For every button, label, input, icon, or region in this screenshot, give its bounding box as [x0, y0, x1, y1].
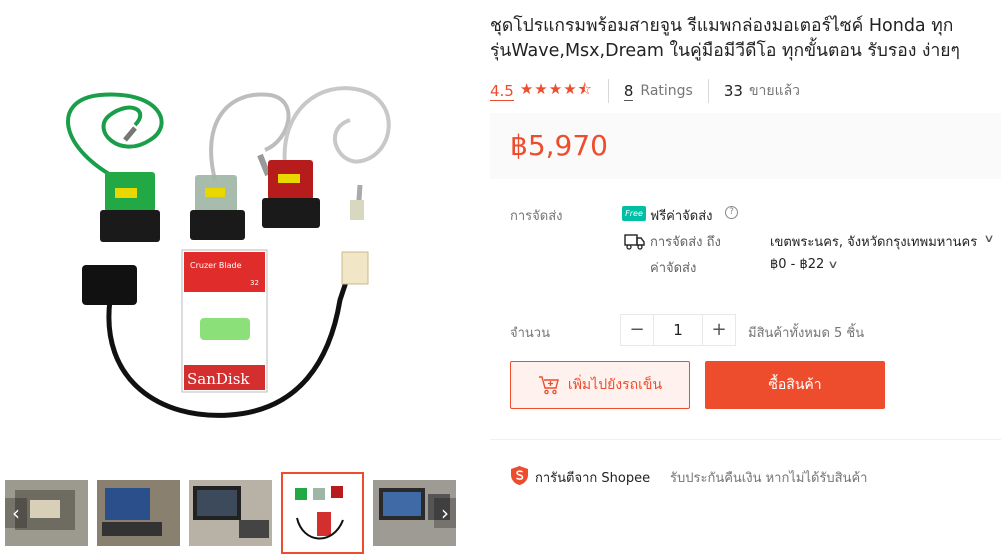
product-price: ฿5,970 [510, 129, 608, 162]
thumbnail-2[interactable] [97, 480, 180, 546]
buy-now-button[interactable]: ซื้อสินค้า [705, 361, 885, 409]
chevron-down-icon[interactable]: ∨ [983, 232, 994, 245]
ratings-count[interactable]: 8 [623, 82, 634, 101]
usb-capacity-text: 32 [250, 279, 259, 287]
decrease-quantity-button[interactable]: − [621, 315, 653, 345]
chevron-down-icon[interactable]: ∨ [827, 258, 838, 271]
rating-stars-icon: ★★★★⯪ [519, 79, 593, 98]
product-photo: Cruzer Blade 32 SanDisk [66, 86, 391, 418]
thumbnail-4[interactable] [281, 472, 364, 554]
help-icon[interactable]: ? [725, 206, 738, 219]
quantity-input[interactable]: 1 [653, 315, 703, 345]
shield-icon [511, 466, 528, 485]
free-shipping-text: ฟรีค่าจัดส่ง [650, 209, 713, 224]
prev-thumbnail-arrow[interactable]: ‹ [5, 498, 27, 528]
buy-now-label: ซื้อสินค้า [768, 377, 822, 393]
guarantee-title[interactable]: การันตีจาก Shopee [535, 467, 650, 488]
main-product-image[interactable]: Cruzer Blade 32 SanDisk [0, 0, 470, 465]
guarantee-description: รับประกันคืนเงิน หากไม่ได้รับสินค้า [670, 471, 868, 486]
shipping-fee-value[interactable]: ฿0 - ฿22 [770, 257, 824, 272]
increase-quantity-button[interactable]: + [703, 315, 735, 345]
usb-brand-text: SanDisk [187, 370, 250, 388]
quantity-label: จำนวน [510, 326, 550, 341]
ship-to-label: การจัดส่ง ถึง [650, 235, 721, 250]
product-title: ชุดโปรแกรมพร้อมสายจูน รีแมพกล่องมอเตอร์ไ… [490, 16, 960, 61]
truck-icon [624, 234, 645, 250]
shipping-label: การจัดส่ง [510, 209, 563, 224]
thumbnail-3[interactable] [189, 480, 272, 546]
sold-count: 33 [723, 82, 743, 100]
sold-label: ขายแล้ว [748, 83, 801, 99]
free-shipping-icon: Free [622, 206, 646, 221]
rating-value[interactable]: 4.5 [490, 82, 514, 101]
shipping-fee-label: ค่าจัดส่ง [650, 261, 697, 276]
add-to-cart-label: เพิ่มไปยังรถเข็น [567, 377, 663, 393]
ship-to-location[interactable]: เขตพระนคร, จังหวัดกรุงเทพมหานคร [770, 231, 977, 252]
next-thumbnail-arrow[interactable]: › [434, 498, 456, 528]
divider [707, 79, 709, 103]
stock-text: มีสินค้าทั้งหมด 5 ชิ้น [748, 326, 865, 341]
ratings-label: Ratings [640, 83, 693, 99]
price-section: ฿5,970 [490, 113, 1001, 179]
quantity-stepper: − 1 + [620, 314, 736, 346]
divider [607, 79, 609, 103]
cart-icon [538, 376, 559, 395]
usb-model-text: Cruzer Blade [190, 261, 242, 270]
add-to-cart-button[interactable]: เพิ่มไปยังรถเข็น [510, 361, 690, 409]
rating-row: 4.5 ★★★★⯪ 8 Ratings 33 ขายแล้ว [490, 79, 801, 103]
thumbnail-strip: ‹ › [0, 472, 462, 554]
section-divider [490, 439, 1001, 440]
